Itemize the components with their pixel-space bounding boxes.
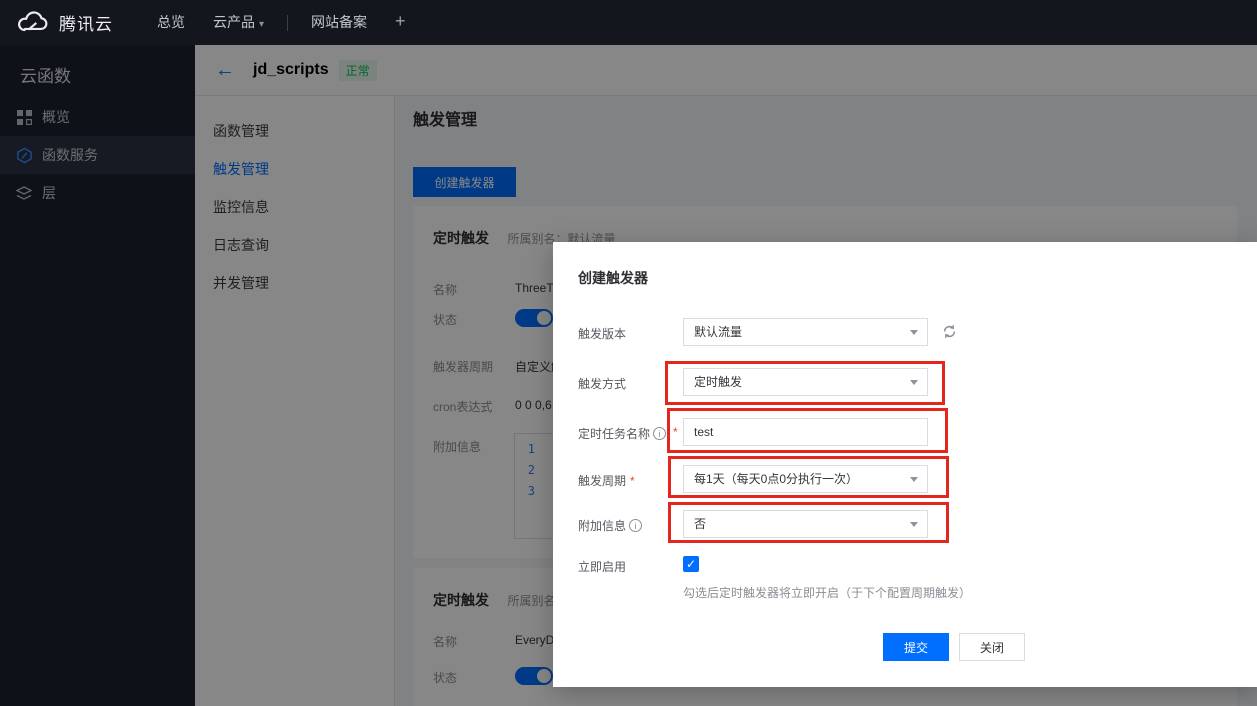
refresh-icon[interactable] [941, 323, 958, 340]
chevron-down-icon [910, 522, 918, 527]
modal-title: 创建触发器 [578, 268, 648, 288]
period-label: 触发周期* [578, 472, 635, 489]
period-select[interactable]: 每1天（每天0点0分执行一次） [683, 465, 928, 493]
version-select[interactable]: 默认流量 [683, 318, 928, 346]
topnav-products[interactable]: 云产品▾ [199, 0, 278, 45]
required-asterisk: * [673, 425, 678, 439]
task-name-input[interactable] [683, 418, 928, 446]
create-trigger-modal: 创建触发器 触发版本 默认流量 触发方式 定时触发 定时任务名称i * 触发周期… [553, 242, 1257, 687]
submit-button[interactable]: 提交 [883, 633, 949, 661]
topbar: 腾讯云 总览 云产品▾ 网站备案 + [0, 0, 1257, 45]
extra-info-select[interactable]: 否 [683, 510, 928, 538]
enable-checkbox[interactable]: ✓ [683, 556, 699, 572]
version-label: 触发版本 [578, 325, 626, 342]
enable-hint: 勾选后定时触发器将立即开启（于下个配置周期触发） [683, 584, 971, 601]
method-label: 触发方式 [578, 375, 626, 392]
required-asterisk: * [630, 474, 635, 488]
tencent-cloud-brand[interactable]: 腾讯云 [16, 10, 113, 35]
enable-label: 立即启用 [578, 558, 626, 575]
info-icon[interactable]: i [653, 427, 666, 440]
topnav-icp[interactable]: 网站备案 [297, 0, 381, 45]
chevron-down-icon [910, 330, 918, 335]
close-button[interactable]: 关闭 [959, 633, 1025, 661]
topnav-divider [287, 15, 288, 31]
check-icon: ✓ [686, 557, 696, 571]
top-menu: 总览 云产品▾ 网站备案 + [143, 0, 420, 45]
topnav-overview[interactable]: 总览 [143, 0, 199, 45]
chevron-down-icon [910, 477, 918, 482]
app-root: 腾讯云 总览 云产品▾ 网站备案 + 云函数 概览 [0, 0, 1257, 706]
method-select[interactable]: 定时触发 [683, 368, 928, 396]
task-name-label: 定时任务名称i [578, 425, 666, 442]
extra-info-label: 附加信息i [578, 517, 642, 534]
info-icon[interactable]: i [629, 519, 642, 532]
tencent-cloud-logo-icon [16, 11, 50, 34]
chevron-down-icon: ▾ [259, 19, 264, 30]
chevron-down-icon [910, 380, 918, 385]
add-tab-button[interactable]: + [381, 0, 420, 45]
brand-name: 腾讯云 [59, 10, 113, 35]
